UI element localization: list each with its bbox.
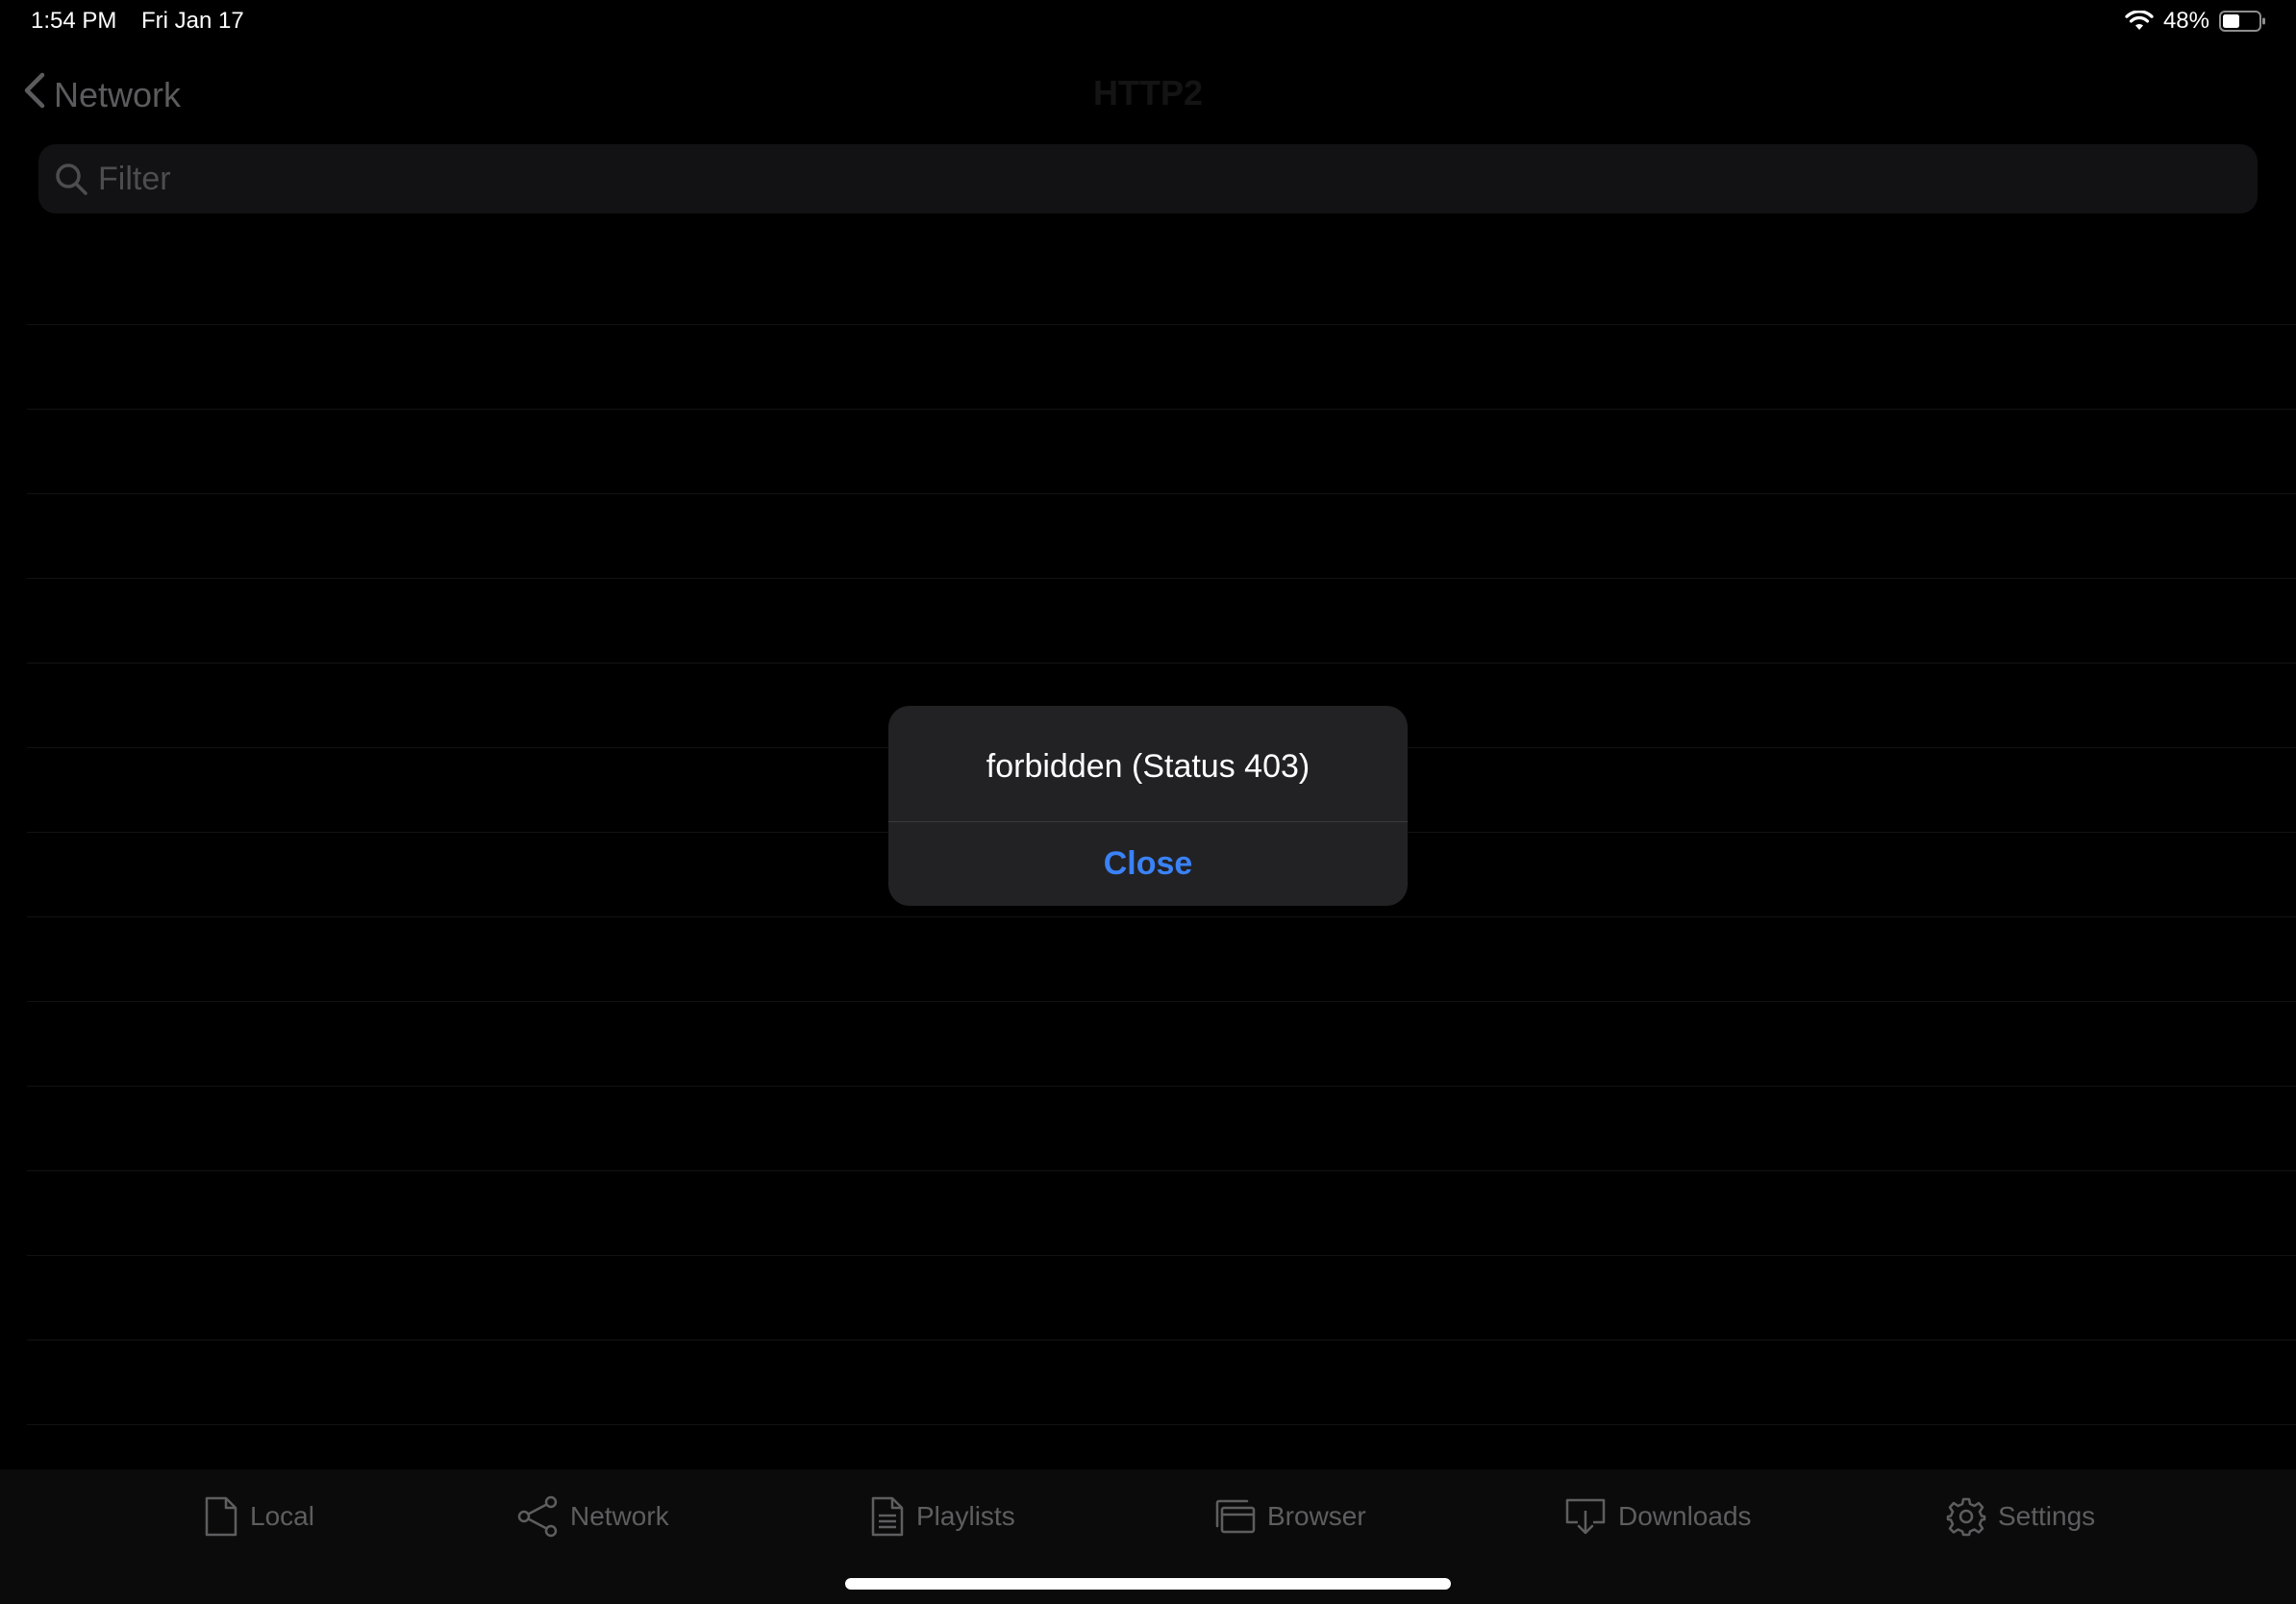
tab-label: Local xyxy=(250,1501,314,1531)
alert-message: forbidden (Status 403) xyxy=(986,747,1310,785)
home-indicator[interactable] xyxy=(845,1578,1451,1590)
list-row xyxy=(27,1256,2296,1341)
document-icon xyxy=(204,1495,238,1538)
alert-dialog: forbidden (Status 403) Close xyxy=(888,706,1408,906)
list-row xyxy=(27,1087,2296,1171)
tab-label: Playlists xyxy=(916,1501,1015,1531)
list-row xyxy=(27,1171,2296,1256)
status-bar: 1:54 PM Fri Jan 17 48% xyxy=(0,0,2296,46)
tab-label: Browser xyxy=(1267,1501,1366,1531)
battery-icon xyxy=(2219,10,2267,33)
status-indicators: 48% xyxy=(2125,8,2267,35)
list-row xyxy=(27,579,2296,664)
list-row xyxy=(27,494,2296,579)
page-title: HTTP2 xyxy=(1092,73,1203,113)
list-row xyxy=(27,325,2296,410)
status-date: Fri Jan 17 xyxy=(141,8,244,34)
tab-label: Settings xyxy=(1998,1501,2096,1531)
tab-network[interactable]: Network xyxy=(516,1492,669,1541)
list-row xyxy=(27,917,2296,1002)
tab-playlists[interactable]: Playlists xyxy=(870,1492,1015,1541)
tab-label: Network xyxy=(570,1501,669,1531)
tab-local[interactable]: Local xyxy=(204,1492,314,1541)
search-input[interactable] xyxy=(96,159,2215,199)
list-row xyxy=(27,1002,2296,1087)
tab-browser[interactable]: Browser xyxy=(1215,1492,1366,1541)
wifi-icon xyxy=(2125,11,2154,32)
tab-label: Downloads xyxy=(1618,1501,1752,1531)
alert-close-button[interactable]: Close xyxy=(888,822,1408,906)
browser-window-icon xyxy=(1215,1499,1256,1534)
gear-icon xyxy=(1946,1496,1986,1537)
status-time: 1:54 PM xyxy=(31,8,117,34)
list-document-icon xyxy=(870,1495,905,1538)
share-icon xyxy=(516,1495,559,1538)
screen: 1:54 PM Fri Jan 17 48% Network HTTP2 Fil… xyxy=(0,0,2296,1604)
list-row xyxy=(27,410,2296,494)
tab-downloads[interactable]: Downloads xyxy=(1564,1492,1752,1541)
search-icon xyxy=(52,160,90,198)
download-tray-icon xyxy=(1564,1497,1607,1536)
list-row xyxy=(27,240,2296,325)
tab-settings[interactable]: Settings xyxy=(1946,1492,2095,1541)
search-field[interactable] xyxy=(38,144,2258,213)
list-row xyxy=(27,1341,2296,1425)
battery-percent: 48% xyxy=(2162,8,2209,34)
